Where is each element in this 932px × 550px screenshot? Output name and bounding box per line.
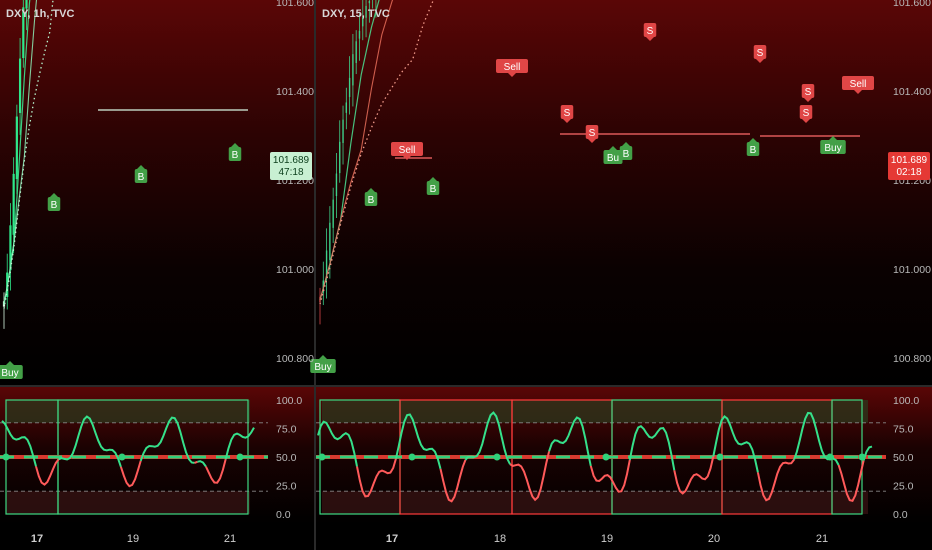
left-overbought-zone — [6, 400, 250, 423]
right-osc-cross-dot — [826, 453, 834, 461]
right-signal-marker-label: Sell — [850, 79, 867, 90]
right-last-price: 101.689 — [891, 155, 928, 166]
left-oscillator — [0, 399, 268, 515]
right-signal-marker-label: S — [647, 26, 654, 37]
right-signal-marker-label: S — [803, 108, 810, 119]
right-candle-body — [342, 119, 344, 143]
right-oversold-zone — [322, 491, 868, 514]
right-signal-marker-label: S — [564, 108, 571, 119]
left-osc-tick: 75.0 — [276, 424, 297, 436]
right-signal-marker-label: B — [750, 145, 757, 156]
left-osc-tick: 100.0 — [276, 395, 302, 407]
right-candle-body — [355, 41, 357, 63]
time-axis-bg[interactable] — [0, 524, 932, 550]
right-osc-cross-dot — [858, 453, 866, 461]
right-osc-cross-dot — [318, 453, 326, 461]
right-candle-body — [339, 141, 341, 174]
right-price-tick: 100.800 — [893, 353, 931, 365]
left-chart-title: DXY, 1h, TVC — [6, 8, 75, 20]
right-time-tick: 20 — [708, 533, 720, 545]
right-osc-tick: 75.0 — [893, 424, 914, 436]
left-price-tick: 101.000 — [276, 264, 314, 276]
left-osc-line — [194, 460, 198, 464]
left-signal-marker-label: Buy — [1, 368, 18, 379]
left-price-tick: 100.800 — [276, 353, 314, 365]
right-osc-cross-dot — [716, 453, 724, 461]
left-price-axis-bg[interactable] — [268, 0, 314, 385]
right-signal-marker-label: B — [368, 195, 375, 206]
left-signal-marker-label: B — [232, 150, 239, 161]
left-osc-tick: 50.0 — [276, 452, 297, 464]
right-signal-marker-label: B — [430, 184, 437, 195]
right-signal-marker-label: Buy — [824, 143, 841, 154]
right-price-pane[interactable] — [316, 0, 886, 385]
right-signal-marker-label: S — [589, 128, 596, 139]
right-candle-body — [335, 173, 338, 197]
right-candle-body — [348, 77, 351, 97]
right-signal-marker-label: Sell — [399, 145, 416, 156]
left-oversold-zone — [6, 491, 250, 514]
right-signal-marker-label: B — [623, 149, 630, 160]
right-time-tick: 18 — [494, 533, 506, 545]
right-osc-tick: 25.0 — [893, 481, 914, 493]
right-osc-cross-dot — [602, 453, 610, 461]
right-candle-body — [332, 199, 334, 228]
right-price-tick: 101.400 — [893, 86, 931, 98]
right-osc-cross-dot — [493, 453, 501, 461]
right-oscillator — [316, 399, 886, 515]
right-candle-body — [345, 102, 348, 113]
right-osc-tick: 100.0 — [893, 395, 919, 407]
left-price-pane[interactable] — [0, 0, 268, 385]
left-price-tick: 101.400 — [276, 86, 314, 98]
right-time-tick: 17 — [386, 533, 398, 545]
right-candle-body — [352, 54, 354, 86]
left-candle-body — [15, 116, 18, 180]
left-osc-tick: 0.0 — [276, 509, 291, 521]
left-time-tick: 17 — [31, 533, 43, 545]
right-signal-marker-label: Sell — [504, 62, 521, 73]
right-signal-marker-label: S — [757, 48, 764, 59]
left-last-price-label: 101.689 47:18 — [270, 152, 312, 180]
left-osc-cross-dot — [236, 453, 244, 461]
right-price-tick: 101.600 — [893, 0, 931, 9]
right-countdown: 02:18 — [896, 167, 921, 178]
right-osc-tick: 0.0 — [893, 509, 908, 521]
right-overbought-zone — [322, 400, 868, 423]
left-candle-body — [18, 58, 22, 113]
left-signal-marker-label: B — [51, 200, 58, 211]
right-osc-cross-dot — [408, 453, 416, 461]
left-countdown: 47:18 — [278, 167, 303, 178]
left-candle-body — [12, 173, 15, 235]
right-price-axis-bg[interactable] — [886, 0, 932, 385]
left-osc-tick: 25.0 — [276, 481, 297, 493]
right-time-tick: 21 — [816, 533, 828, 545]
right-candle-body — [358, 30, 361, 39]
left-last-price: 101.689 — [273, 155, 310, 166]
left-osc-cross-dot — [118, 453, 126, 461]
left-time-tick: 19 — [127, 533, 139, 545]
right-last-price-label: 101.689 02:18 — [888, 152, 930, 180]
right-signal-marker-label: Bu — [607, 153, 619, 164]
right-time-tick: 19 — [601, 533, 613, 545]
right-signal-marker-label: Buy — [314, 362, 331, 373]
right-signal-marker-label: S — [805, 87, 812, 98]
right-osc-tick: 50.0 — [893, 452, 914, 464]
chart-canvas: BuyBBB BuyBSellBSellSSBu BSSSBSBuySell 10… — [0, 0, 932, 550]
left-time-tick: 21 — [224, 533, 236, 545]
left-price-tick: 101.600 — [276, 0, 314, 9]
chart-layout: Buy B B B Buy B Sell B Sell S S Bu B S S S B S Buy Sell 10… — [0, 0, 932, 550]
left-osc-cross-dot — [2, 453, 10, 461]
right-candle-body — [368, 1, 371, 4]
right-chart-title: DXY, 15, TVC — [322, 8, 390, 20]
right-candle-body — [329, 222, 331, 260]
left-signal-marker-label: B — [138, 172, 145, 183]
right-price-tick: 101.000 — [893, 264, 931, 276]
